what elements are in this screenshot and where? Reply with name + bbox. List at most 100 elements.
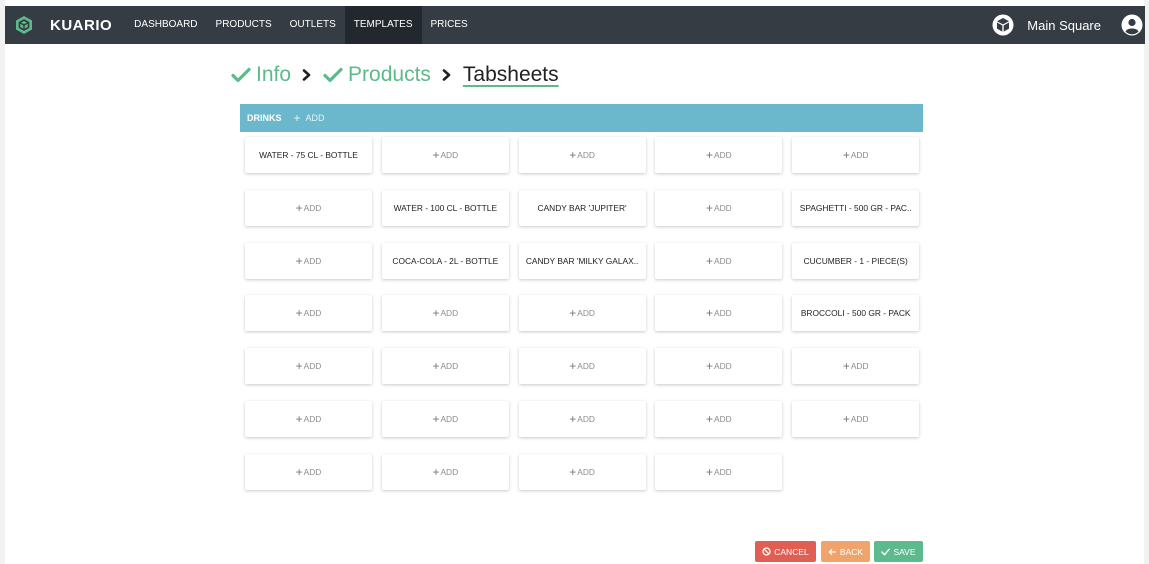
- check-icon: [881, 548, 891, 555]
- add-product-tile[interactable]: + ADD: [655, 189, 783, 226]
- add-product-label: + ADD: [702, 465, 736, 479]
- add-product-tile[interactable]: + ADD: [792, 137, 920, 173]
- add-product-label: + ADD: [702, 148, 736, 162]
- add-product-tile[interactable]: + ADD: [655, 137, 783, 173]
- nav-item-outlets[interactable]: OUTLETS: [281, 6, 345, 44]
- add-product-label: + ADD: [565, 359, 599, 373]
- add-product-label: + ADD: [565, 306, 599, 320]
- add-product-tile[interactable]: + ADD: [792, 348, 920, 385]
- add-product-tile[interactable]: + ADD: [655, 401, 783, 437]
- add-product-tile[interactable]: + ADD: [381, 348, 509, 385]
- check-icon: [231, 67, 251, 83]
- kuario-logo-icon: [13, 14, 35, 36]
- store-box-icon[interactable]: [992, 14, 1014, 36]
- add-product-label: + ADD: [428, 465, 462, 479]
- plus-icon: +: [295, 412, 303, 426]
- add-product-label: + ADD: [702, 306, 736, 320]
- plus-icon: +: [295, 200, 303, 215]
- add-product-tile[interactable]: + ADD: [518, 295, 646, 332]
- add-product-tile[interactable]: + ADD: [245, 348, 372, 385]
- add-product-tile[interactable]: + ADD: [245, 401, 372, 437]
- step-products[interactable]: Products: [323, 63, 431, 87]
- plus-icon: +: [706, 464, 714, 479]
- product-tile[interactable]: COCA-COLA - 2L - BOTTLE: [381, 242, 509, 279]
- add-product-tile[interactable]: + ADD: [381, 453, 509, 490]
- product-tile[interactable]: WATER - 75 CL - BOTTLE: [245, 137, 372, 173]
- wizard-breadcrumb: Info Products Tabsheets: [231, 58, 559, 92]
- product-tile-label: COCA-COLA - 2L - BOTTLE: [392, 255, 499, 266]
- add-product-tile[interactable]: + ADD: [245, 242, 372, 279]
- add-product-text: ADD: [303, 361, 322, 372]
- add-tab-label: ADD: [305, 113, 325, 123]
- product-tile[interactable]: SPAGHETTI - 500 GR - PAC..: [792, 189, 920, 226]
- add-product-tile[interactable]: + ADD: [655, 242, 783, 279]
- plus-icon: +: [842, 359, 850, 374]
- plus-icon: +: [432, 359, 440, 374]
- save-label: SAVE: [893, 546, 916, 557]
- product-tile[interactable]: CUCUMBER - 1 - PIECE(S): [792, 242, 920, 279]
- plus-icon: +: [295, 253, 303, 268]
- product-tile[interactable]: CANDY BAR 'MILKY GALAX..: [518, 242, 646, 279]
- plus-icon: +: [432, 464, 440, 479]
- nav-item-dashboard[interactable]: DASHBOARD: [125, 6, 206, 44]
- product-tile-label: WATER - 100 CL - BOTTLE: [393, 202, 498, 213]
- product-tile[interactable]: CANDY BAR 'JUPITER': [518, 189, 646, 226]
- add-product-label: + ADD: [292, 359, 326, 373]
- user-account-icon[interactable]: [1121, 14, 1143, 36]
- add-product-tile[interactable]: + ADD: [518, 348, 646, 385]
- step-info[interactable]: Info: [231, 63, 291, 87]
- add-product-text: ADD: [714, 361, 732, 372]
- plus-icon: +: [706, 148, 714, 162]
- plus-icon: +: [295, 464, 303, 479]
- step-tabsheets[interactable]: Tabsheets: [463, 63, 559, 87]
- save-button[interactable]: SAVE: [874, 541, 923, 562]
- brand[interactable]: KUARIO: [5, 14, 112, 36]
- add-product-tile[interactable]: + ADD: [655, 453, 783, 490]
- location-selector[interactable]: Main Square: [1027, 18, 1101, 33]
- add-tab-button[interactable]: + ADD: [294, 111, 325, 125]
- cancel-button[interactable]: CANCEL: [755, 541, 816, 562]
- add-product-tile[interactable]: + ADD: [381, 295, 509, 332]
- add-product-text: ADD: [714, 202, 732, 213]
- add-product-tile[interactable]: + ADD: [518, 401, 646, 437]
- add-product-tile[interactable]: + ADD: [518, 137, 646, 173]
- add-product-text: ADD: [303, 308, 322, 319]
- add-product-text: ADD: [850, 150, 869, 160]
- add-product-tile[interactable]: + ADD: [655, 295, 783, 332]
- plus-icon: +: [569, 148, 577, 162]
- plus-icon: +: [569, 464, 577, 479]
- add-product-tile[interactable]: + ADD: [381, 401, 509, 437]
- cancel-label: CANCEL: [774, 546, 809, 557]
- back-button[interactable]: BACK: [821, 541, 870, 562]
- add-product-label: + ADD: [565, 412, 599, 426]
- frame-left: [0, 0, 5, 564]
- add-product-tile[interactable]: + ADD: [381, 137, 509, 173]
- nav-item-templates[interactable]: TEMPLATES: [344, 6, 422, 44]
- add-product-tile[interactable]: + ADD: [518, 453, 646, 490]
- add-product-tile[interactable]: + ADD: [655, 348, 783, 385]
- plus-icon: +: [432, 412, 440, 426]
- add-product-text: ADD: [440, 414, 459, 424]
- add-product-text: ADD: [303, 255, 322, 266]
- add-product-label: + ADD: [702, 254, 736, 268]
- product-tile[interactable]: BROCCOLI - 500 GR - PACK: [792, 295, 920, 332]
- product-tile[interactable]: WATER - 100 CL - BOTTLE: [381, 189, 509, 226]
- plus-icon: +: [569, 306, 577, 321]
- back-label: BACK: [839, 546, 864, 557]
- add-product-text: ADD: [440, 308, 459, 319]
- check-icon: [323, 67, 343, 83]
- add-product-tile[interactable]: + ADD: [245, 453, 372, 490]
- add-product-tile[interactable]: + ADD: [245, 189, 372, 226]
- plus-icon: +: [569, 359, 577, 374]
- add-product-tile[interactable]: + ADD: [245, 295, 372, 332]
- tab-drinks[interactable]: DRINKS: [247, 113, 282, 123]
- add-product-label: + ADD: [839, 412, 873, 426]
- brand-name: KUARIO: [50, 16, 113, 34]
- nav-item-products[interactable]: PRODUCTS: [207, 6, 281, 44]
- nav-item-prices[interactable]: PRICES: [422, 6, 477, 44]
- add-product-label: + ADD: [565, 148, 599, 162]
- product-tile-label: SPAGHETTI - 500 GR - PAC..: [799, 202, 912, 213]
- add-product-label: + ADD: [428, 412, 462, 426]
- nav-right: Main Square: [992, 6, 1145, 44]
- add-product-tile[interactable]: + ADD: [792, 401, 920, 437]
